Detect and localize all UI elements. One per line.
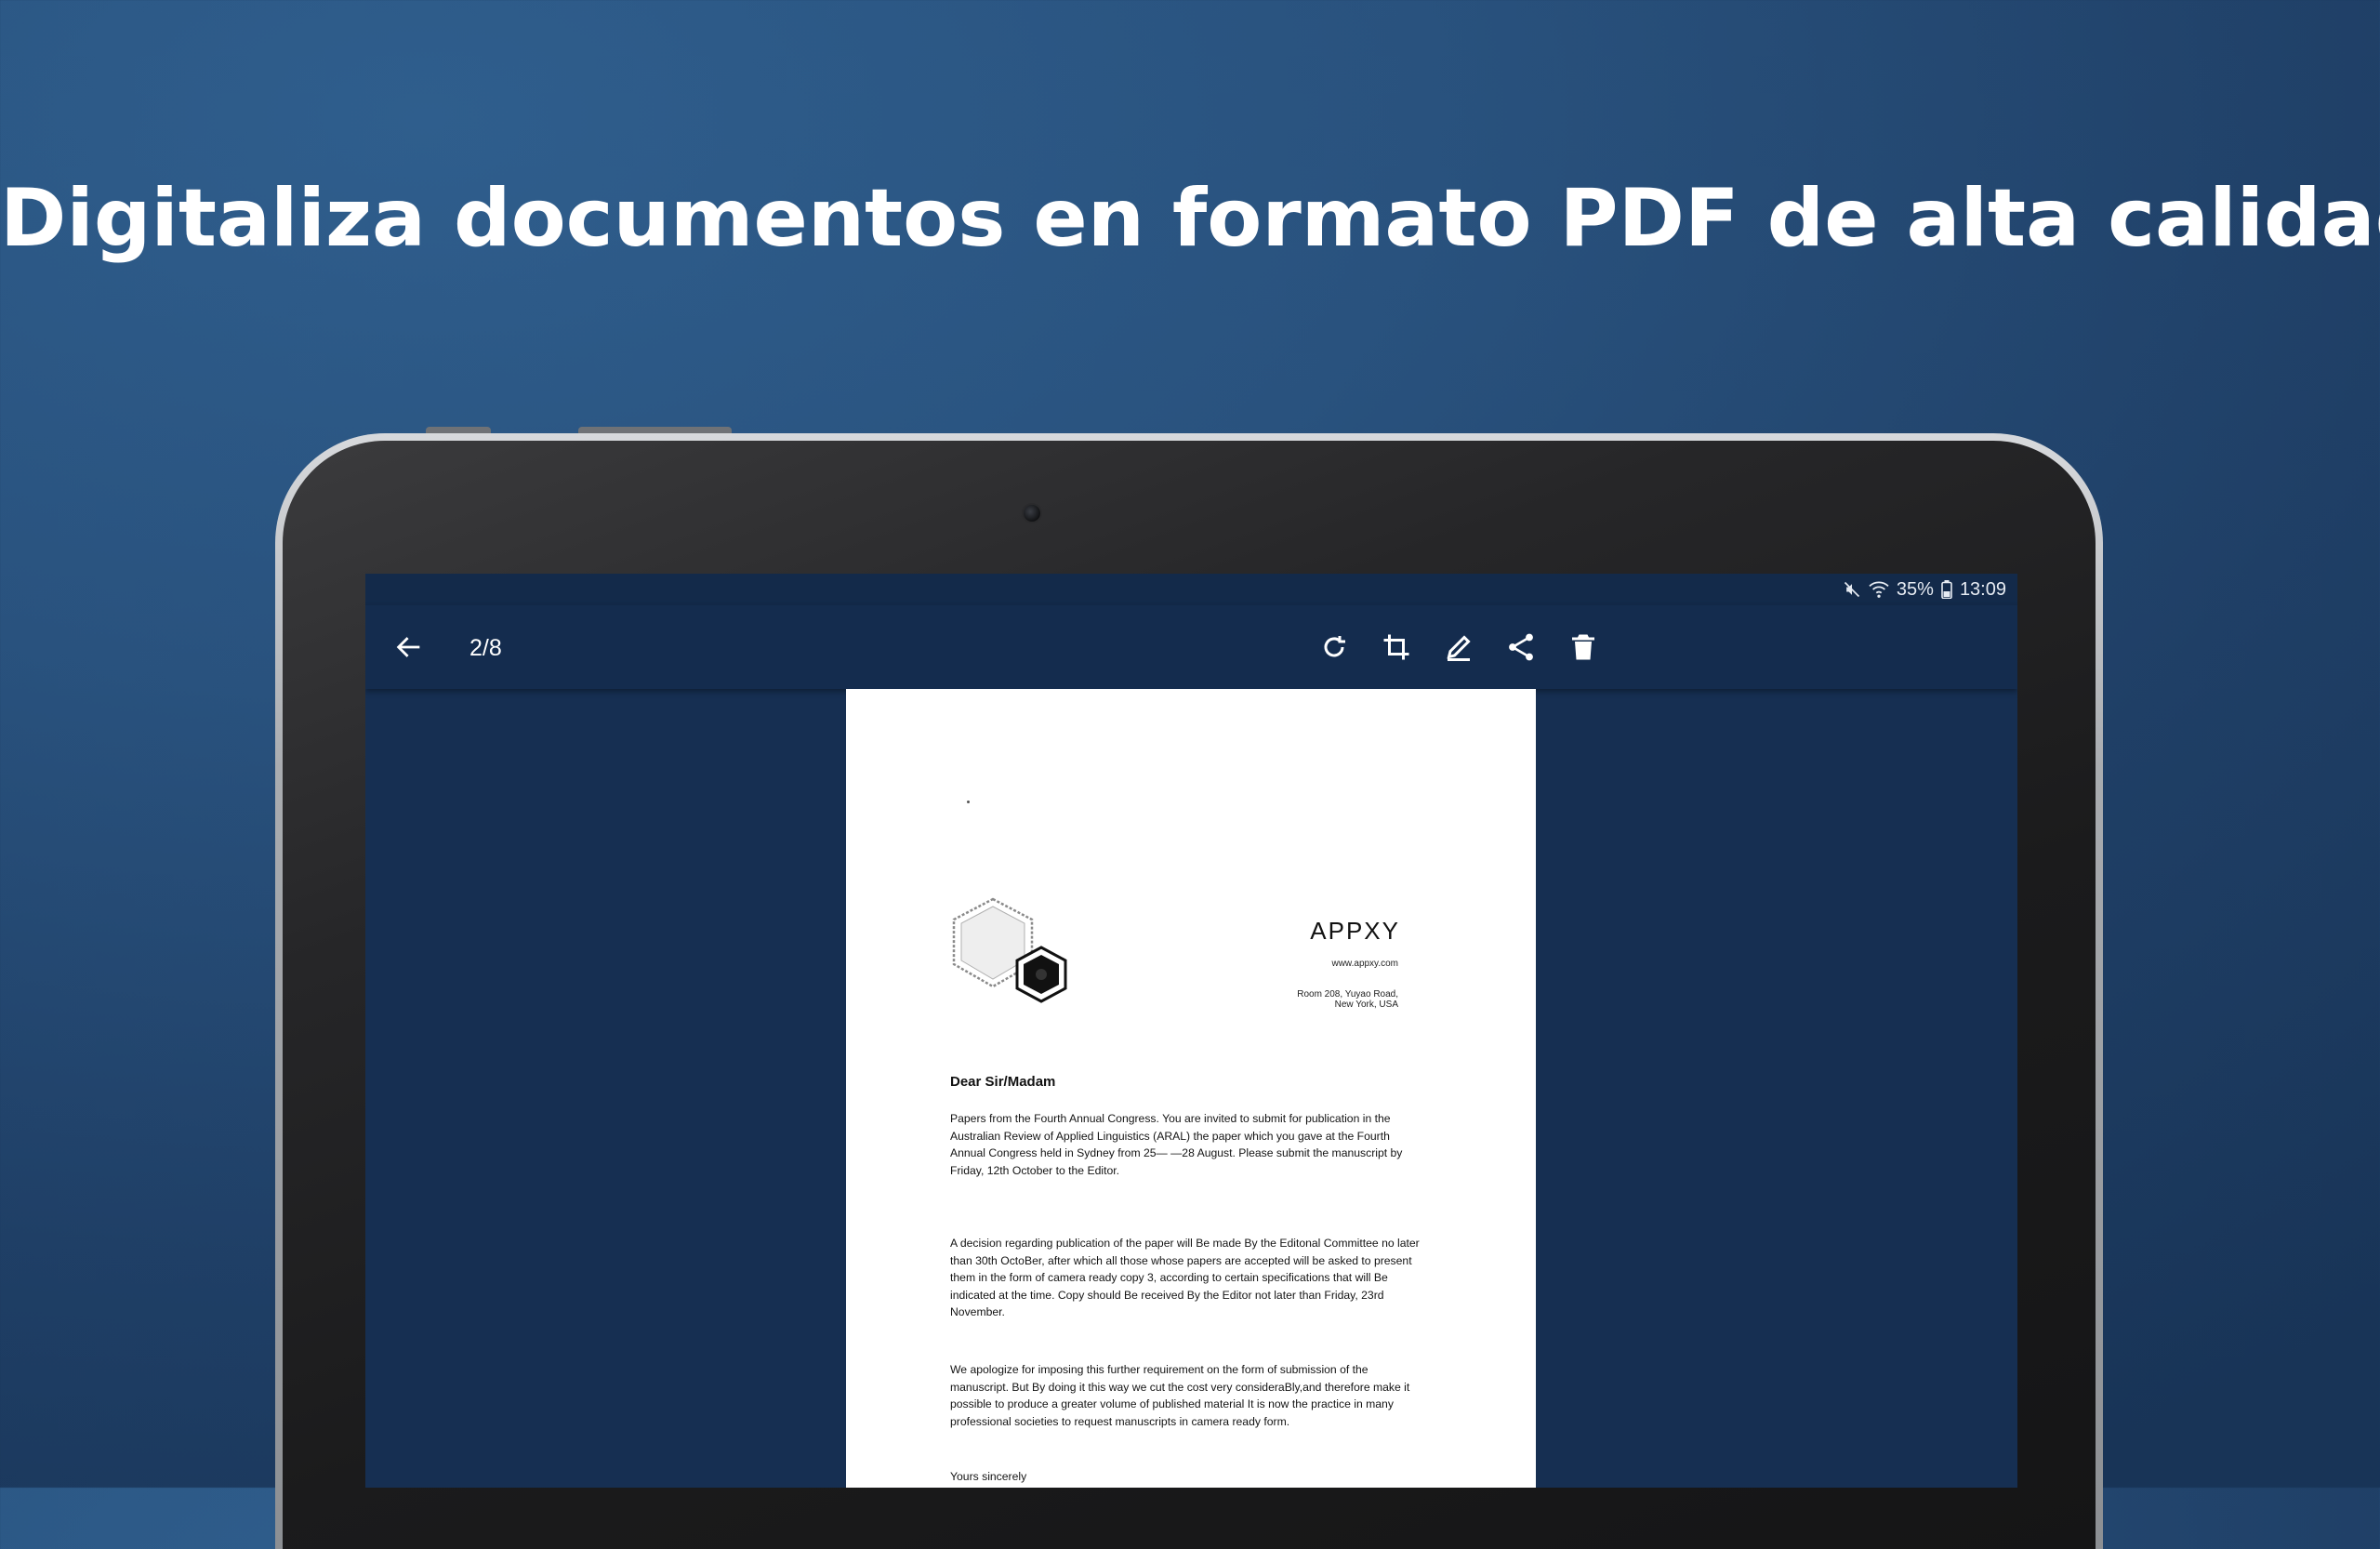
tablet-screen: 35% 13:09 2/8 APPXY www.appxy.com Room 2… — [365, 574, 2017, 1488]
company-brand: APPXY — [1310, 917, 1400, 945]
delete-button[interactable] — [1567, 630, 1600, 664]
company-address: Room 208, Yuyao Road, New York, USA — [1297, 989, 1398, 1010]
battery-icon — [1941, 580, 1952, 599]
address-line2: New York, USA — [1334, 1000, 1398, 1010]
company-website: www.appxy.com — [1331, 959, 1398, 969]
crop-icon — [1383, 634, 1409, 660]
back-button[interactable] — [393, 631, 425, 663]
letter-paragraph-2: A decision regarding publication of the … — [950, 1237, 1420, 1318]
share-button[interactable] — [1504, 630, 1538, 664]
letter-salutation: Dear Sir/Madam — [950, 1074, 1056, 1090]
page-indicator: 2/8 — [469, 635, 502, 661]
letter-paragraph-1: Papers from the Fourth Annual Congress. … — [950, 1112, 1403, 1177]
wifi-icon — [1869, 580, 1889, 599]
scanned-document-page: APPXY www.appxy.com Room 208, Yuyao Road… — [846, 689, 1536, 1488]
edit-button[interactable] — [1442, 630, 1475, 664]
company-logo-icon — [952, 897, 1067, 1003]
status-time: 13:09 — [1959, 578, 2006, 600]
mute-icon — [1843, 580, 1861, 599]
edit-icon — [1447, 635, 1471, 661]
battery-percent: 35% — [1896, 578, 1934, 600]
scan-speck — [967, 801, 970, 803]
front-camera — [1024, 505, 1040, 522]
letter-closing: Yours sincerely — [950, 1470, 1027, 1483]
status-bar: 35% 13:09 — [365, 574, 2017, 605]
rotate-button[interactable] — [1317, 630, 1351, 664]
arrow-left-icon — [396, 637, 420, 657]
headline: Digitaliza documentos en formato PDF de … — [0, 172, 2380, 265]
crop-button[interactable] — [1380, 630, 1413, 664]
rotate-icon — [1324, 636, 1345, 657]
letter-paragraph-3: We apologize for imposing this further r… — [950, 1363, 1410, 1428]
status-icons: 35% 13:09 — [1843, 574, 2006, 605]
share-icon — [1509, 633, 1533, 661]
delete-icon — [1572, 634, 1594, 660]
address-line1: Room 208, Yuyao Road, — [1297, 989, 1398, 1000]
app-bar: 2/8 — [365, 605, 2017, 689]
